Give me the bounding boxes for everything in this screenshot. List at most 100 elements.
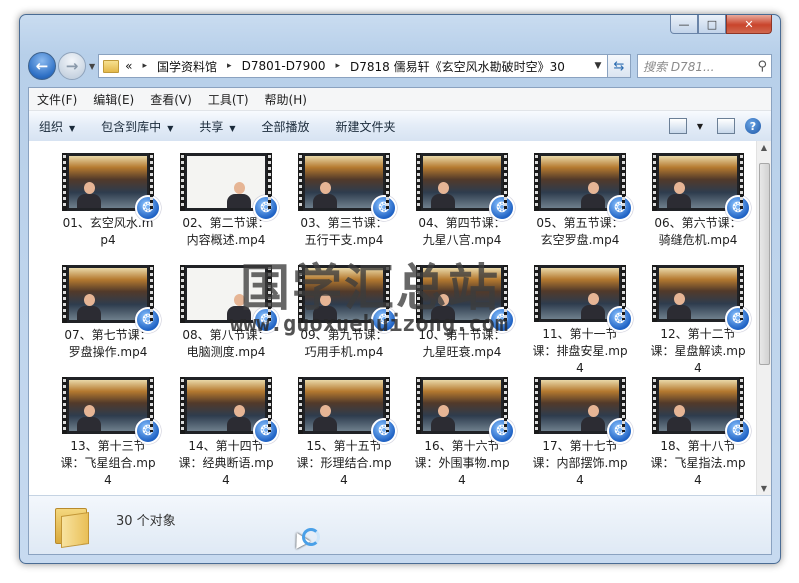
presenter-figure (227, 182, 251, 208)
video-frame (69, 268, 147, 320)
file-item[interactable]: ❂ 05、第五节课：玄空罗盘.mp4 (521, 153, 639, 265)
address-dropdown-icon[interactable]: ▼ (589, 61, 607, 71)
presenter-figure (581, 405, 605, 431)
media-player-icon: ❂ (371, 418, 397, 444)
media-player-icon: ❂ (135, 418, 161, 444)
video-thumbnail: ❂ (298, 153, 397, 221)
folder-icon (55, 508, 89, 548)
file-item[interactable]: ❂ 01、玄空风水.mp4 (49, 153, 167, 265)
maximize-button[interactable]: □ (698, 15, 726, 34)
video-frame (423, 156, 501, 208)
address-bar[interactable]: « ▸ 国学资料馆 ▸ D7801-D7900 ▸ D7818 儒易轩《玄空风水… (98, 54, 608, 78)
media-player-icon: ❂ (489, 195, 515, 221)
search-icon[interactable]: ⚲ (757, 59, 767, 74)
search-placeholder: 搜索 D781... (643, 59, 715, 74)
navigation-bar: ← → ▼ « ▸ 国学资料馆 ▸ D7801-D7900 ▸ D7818 儒易… (28, 51, 772, 81)
media-player-icon: ❂ (725, 306, 751, 332)
file-name: 14、第十四节课：经典断语.mp4 (178, 439, 274, 487)
file-name: 17、第十七节课：内部摆饰.mp4 (532, 439, 628, 487)
presenter-figure (667, 182, 691, 208)
share-label: 共享 (199, 119, 224, 134)
refresh-button[interactable]: ⇆ (608, 54, 631, 78)
video-thumbnail: ❂ (534, 153, 633, 221)
chevron-down-icon: ▼ (69, 123, 76, 133)
breadcrumb: « ▸ 国学资料馆 ▸ D7801-D7900 ▸ D7818 儒易轩《玄空风水… (125, 58, 565, 75)
breadcrumb-overflow[interactable]: « (125, 59, 132, 73)
view-options-icon[interactable] (668, 118, 687, 134)
file-item[interactable]: ❂ 12、第十二节课：星盘解读.mp4 (639, 265, 757, 377)
video-frame (305, 156, 383, 208)
chevron-down-icon: ▼ (229, 123, 236, 133)
video-thumbnail: ❂ (62, 377, 161, 444)
video-thumbnail: ❂ (62, 265, 161, 333)
menu-help[interactable]: 帮助(H) (265, 91, 307, 108)
video-frame (541, 268, 619, 319)
video-frame (187, 156, 265, 208)
view-dropdown-icon[interactable]: ▼ (697, 122, 703, 131)
help-icon[interactable]: ? (745, 118, 761, 134)
video-frame (659, 268, 737, 319)
breadcrumb-item[interactable]: D7801-D7900 (242, 59, 326, 73)
presenter-figure (313, 182, 337, 208)
media-player-icon: ❂ (607, 195, 633, 221)
menu-view[interactable]: 查看(V) (150, 91, 192, 108)
vertical-scrollbar[interactable]: ▲ ▼ (756, 141, 771, 496)
breadcrumb-separator[interactable]: ▸ (227, 61, 232, 71)
organize-button[interactable]: 组织 ▼ (39, 118, 75, 135)
presenter-figure (313, 405, 337, 431)
file-name: 16、第十六节课：外围事物.mp4 (414, 439, 510, 487)
forward-button[interactable]: → (58, 52, 86, 80)
scroll-down-icon[interactable]: ▼ (757, 482, 771, 496)
video-thumbnail: ❂ (298, 377, 397, 444)
file-name: 04、第四节课：九星八宫.mp4 (418, 216, 506, 247)
file-item[interactable]: ❂ 15、第十五节课：形理结合.mp4 (285, 377, 403, 489)
menu-bar: 文件(F) 编辑(E) 查看(V) 工具(T) 帮助(H) (29, 88, 771, 111)
share-button[interactable]: 共享 ▼ (199, 118, 235, 135)
back-button[interactable]: ← (28, 52, 56, 80)
menu-edit[interactable]: 编辑(E) (93, 91, 134, 108)
media-player-icon: ❂ (607, 306, 633, 332)
include-in-library-button[interactable]: 包含到库中 ▼ (101, 118, 173, 135)
object-count: 30 个对象 (116, 514, 176, 529)
file-name: 13、第十三节课：飞星组合.mp4 (60, 439, 156, 487)
file-item[interactable]: ❂ 06、第六节课：骑缝危机.mp4 (639, 153, 757, 265)
breadcrumb-item[interactable]: 国学资料馆 (157, 58, 217, 75)
video-thumbnail: ❂ (180, 153, 279, 221)
new-folder-button[interactable]: 新建文件夹 (336, 118, 396, 135)
file-item[interactable]: ❂ 07、第七节课：罗盘操作.mp4 (49, 265, 167, 377)
breadcrumb-separator[interactable]: ▸ (335, 61, 340, 71)
breadcrumb-item-current[interactable]: D7818 儒易轩《玄空风水勘破时空》30 (350, 58, 565, 75)
search-input[interactable]: 搜索 D781... ⚲ (637, 54, 772, 78)
details-pane: 30 个对象 (29, 495, 771, 554)
media-player-icon: ❂ (135, 307, 161, 333)
menu-file[interactable]: 文件(F) (37, 91, 77, 108)
file-name: 07、第七节课：罗盘操作.mp4 (64, 328, 152, 359)
recent-pages-dropdown-icon[interactable]: ▼ (89, 62, 95, 71)
video-frame (69, 156, 147, 208)
video-frame (187, 380, 265, 431)
file-item[interactable]: ❂ 16、第十六节课：外围事物.mp4 (403, 377, 521, 489)
preview-pane-icon[interactable] (717, 118, 735, 134)
file-item[interactable]: ❂ 17、第十七节课：内部摆饰.mp4 (521, 377, 639, 489)
media-player-icon: ❂ (489, 418, 515, 444)
scroll-up-icon[interactable]: ▲ (757, 141, 771, 155)
file-name: 12、第十二节课：星盘解读.mp4 (650, 327, 746, 375)
presenter-figure (431, 405, 455, 431)
file-item[interactable]: ❂ 11、第十一节课：排盘安星.mp4 (521, 265, 639, 377)
file-item[interactable]: ❂ 14、第十四节课：经典断语.mp4 (167, 377, 285, 489)
menu-tools[interactable]: 工具(T) (208, 91, 249, 108)
file-item[interactable]: ❂ 18、第十八节课：飞星指法.mp4 (639, 377, 757, 489)
play-all-button[interactable]: 全部播放 (262, 118, 310, 135)
breadcrumb-separator[interactable]: ▸ (143, 61, 148, 71)
presenter-figure (227, 405, 251, 431)
scroll-thumb[interactable] (759, 163, 770, 365)
presenter-figure (581, 182, 605, 208)
minimize-button[interactable]: — (670, 15, 698, 34)
video-thumbnail: ❂ (62, 153, 161, 221)
video-frame (659, 156, 737, 208)
close-button[interactable]: ✕ (726, 15, 772, 34)
file-name: 15、第十五节课：形理结合.mp4 (296, 439, 392, 487)
file-item[interactable]: ❂ 13、第十三节课：飞星组合.mp4 (49, 377, 167, 489)
file-name: 05、第五节课：玄空罗盘.mp4 (536, 216, 624, 247)
toolbar-right: ▼ ? (668, 118, 771, 134)
